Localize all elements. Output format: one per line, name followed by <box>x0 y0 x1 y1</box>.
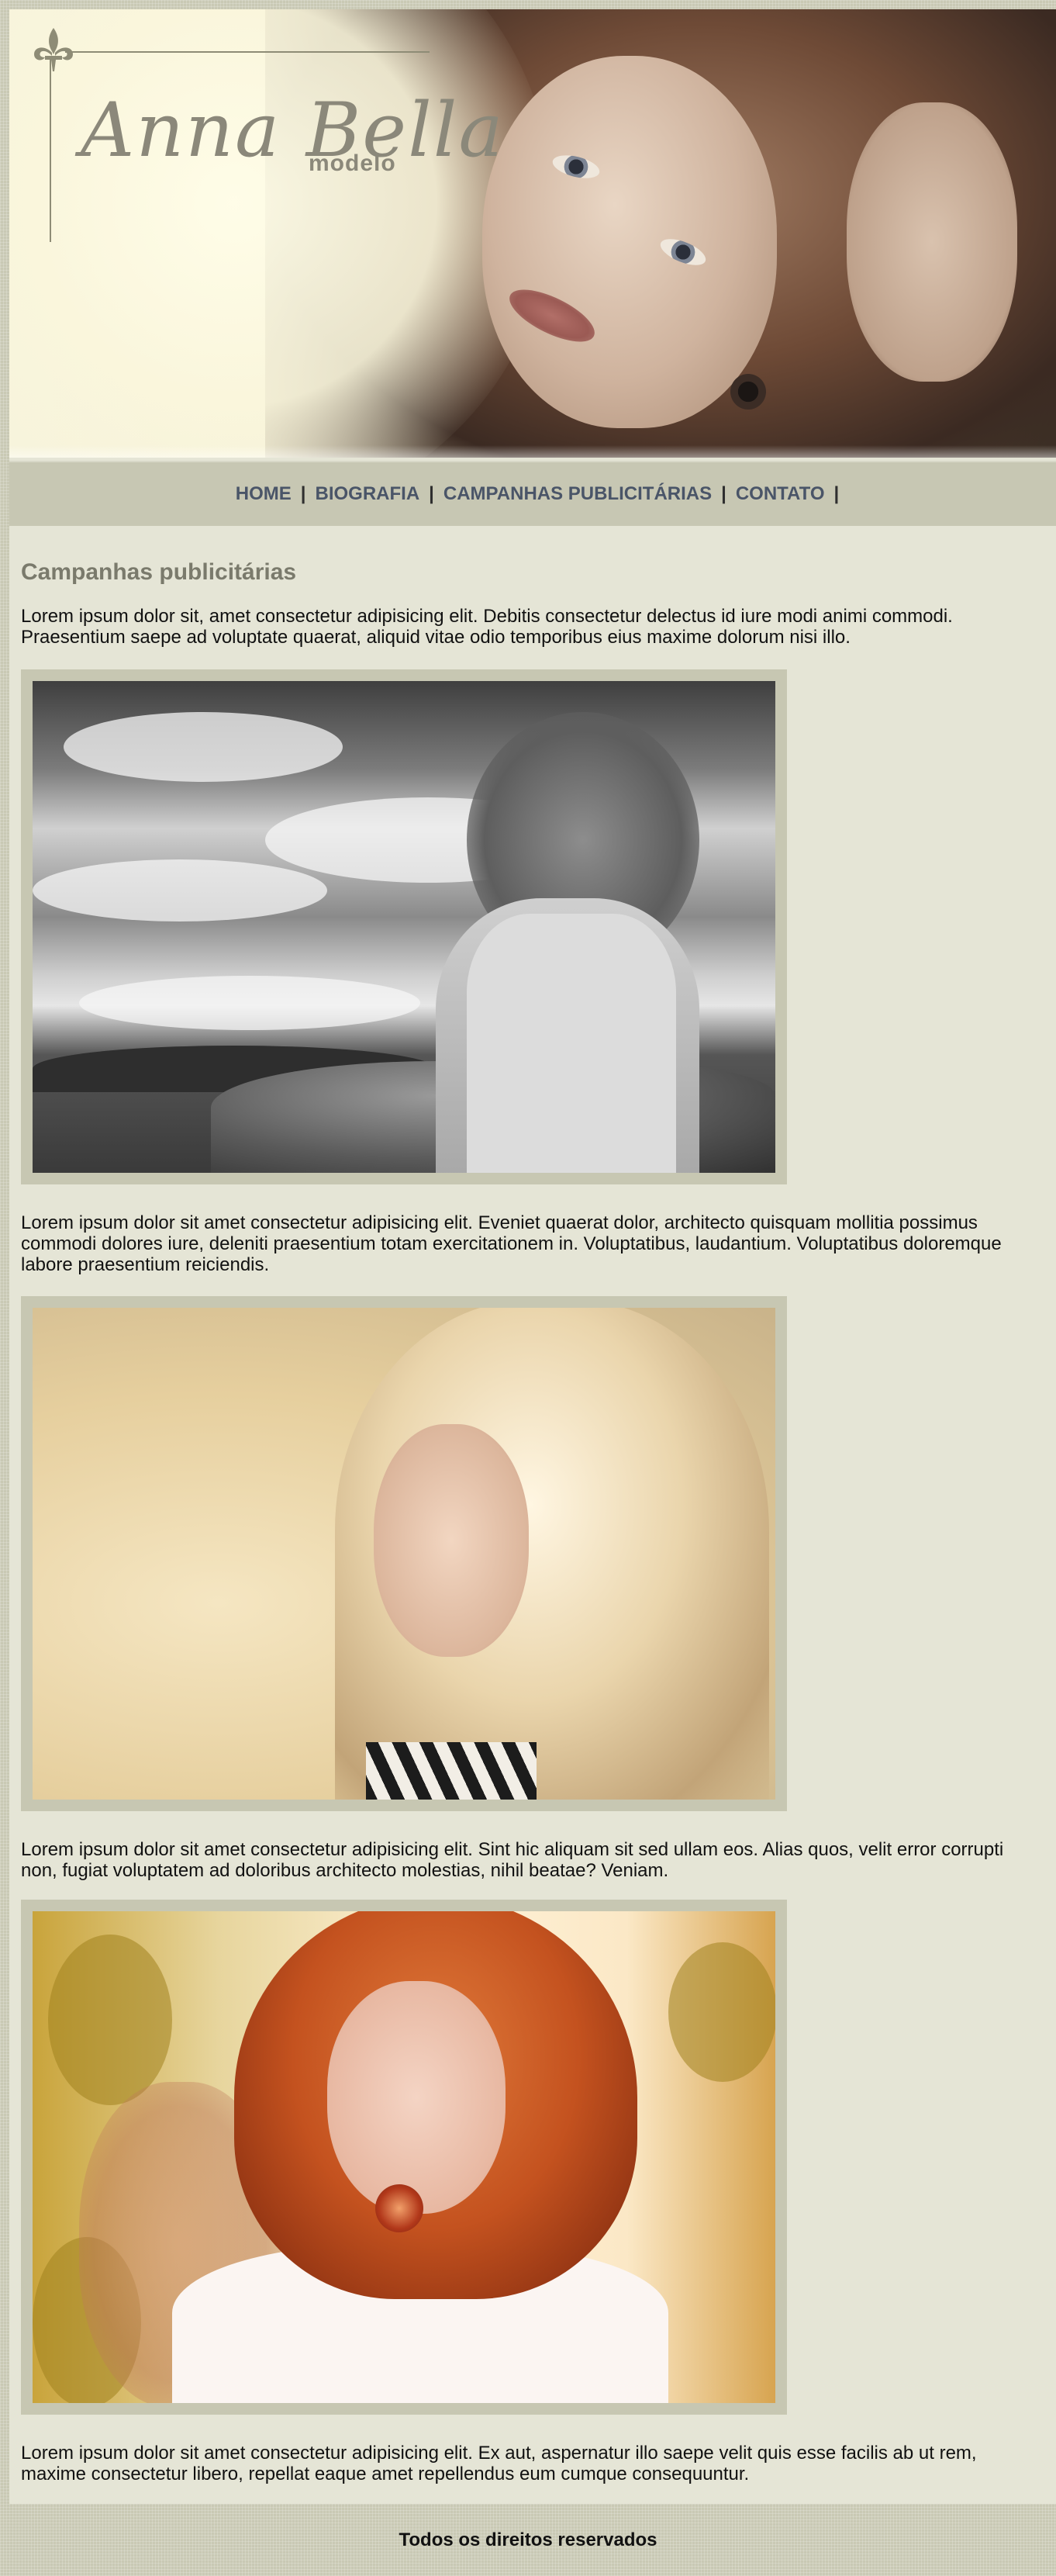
nav-separator: | <box>429 483 434 504</box>
photo-1-cloud <box>33 859 327 921</box>
photo-frame-1 <box>21 669 787 1184</box>
photo-2-striped-top <box>366 1742 537 1800</box>
photo-1-tank-top <box>467 914 676 1173</box>
site-logo[interactable]: Anna Bella modelo <box>9 9 503 242</box>
fleur-de-lis-icon <box>34 28 73 71</box>
banner-earring <box>730 374 766 410</box>
header-banner: Anna Bella modelo <box>9 9 1056 458</box>
campaign-photo-3[interactable] <box>33 1911 775 2403</box>
campaign-photo-1[interactable] <box>33 681 775 1173</box>
logo-horizontal-rule <box>65 51 430 53</box>
paragraph-1: Lorem ipsum dolor sit, amet consectetur … <box>21 606 953 648</box>
photo-3-foliage <box>668 1942 775 2082</box>
nav-link-contato[interactable]: CONTATO <box>726 483 834 505</box>
banner-bottom-shine <box>9 445 1056 458</box>
photo-2-face <box>374 1424 529 1657</box>
nav-item: BIOGRAFIA | <box>306 483 434 505</box>
paragraph-3: Lorem ipsum dolor sit amet consectetur a… <box>21 1839 1004 1881</box>
paragraph-4: Lorem ipsum dolor sit amet consectetur a… <box>21 2443 977 2484</box>
main-navigation: HOME | BIOGRAFIA | CAMPANHAS PUBLICITÁRI… <box>9 461 1056 526</box>
page-title: Campanhas publicitárias <box>21 559 297 585</box>
photo-3-face <box>327 1981 506 2214</box>
nav-link-biografia[interactable]: BIOGRAFIA <box>306 483 430 505</box>
site-container: Anna Bella modelo HOME | BIOGRAFIA | CAM… <box>9 9 1056 2504</box>
nav-separator: | <box>721 483 726 504</box>
paragraph-2: Lorem ipsum dolor sit amet consectetur a… <box>21 1212 1002 1275</box>
footer-copyright: Todos os direitos reservados <box>399 2529 657 2550</box>
photo-3-foliage <box>48 1935 172 2105</box>
photo-frame-3 <box>21 1900 787 2415</box>
nav-separator: | <box>833 483 840 504</box>
nav-list: HOME | BIOGRAFIA | CAMPANHAS PUBLICITÁRI… <box>226 483 839 505</box>
photo-1-cloud <box>79 976 420 1030</box>
site-footer: Todos os direitos reservados <box>0 2504 1056 2576</box>
nav-link-campanhas[interactable]: CAMPANHAS PUBLICITÁRIAS <box>434 483 721 505</box>
nav-separator: | <box>300 483 306 504</box>
nav-item: CAMPANHAS PUBLICITÁRIAS | <box>434 483 726 505</box>
logo-vertical-rule <box>50 56 51 242</box>
nav-link-home[interactable]: HOME <box>226 483 301 505</box>
brand-subtitle: modelo <box>309 150 396 176</box>
nav-item: HOME | <box>226 483 306 505</box>
nav-item: CONTATO | <box>726 483 839 505</box>
brand-name: Anna Bella <box>81 87 505 174</box>
photo-1-cloud <box>64 712 343 782</box>
campaign-photo-2[interactable] <box>33 1308 775 1800</box>
banner-hand <box>847 102 1017 382</box>
banner-face <box>482 56 777 428</box>
photo-frame-2 <box>21 1296 787 1811</box>
photo-3-earring <box>375 2184 423 2232</box>
